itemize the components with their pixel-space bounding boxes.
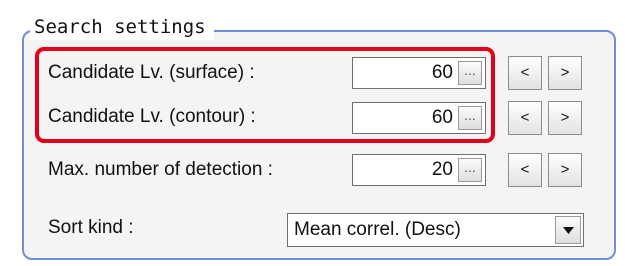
sort-kind-value: Mean correl. (Desc) <box>294 219 461 240</box>
search-settings-title: Search settings <box>30 14 214 40</box>
candidate-lv-surface-decrease-button[interactable]: < <box>508 56 542 90</box>
sort-kind-select[interactable]: Mean correl. (Desc) <box>287 213 584 247</box>
candidate-lv-contour-decrease-button[interactable]: < <box>508 101 542 135</box>
max-detection-label: Max. number of detection : <box>48 159 273 180</box>
max-detection-decrease-button[interactable]: < <box>508 153 542 187</box>
max-detection-more-button[interactable]: ... <box>458 158 482 182</box>
max-detection-increase-button[interactable]: > <box>548 153 582 187</box>
max-detection-value: 20 <box>431 159 453 180</box>
chevron-down-icon <box>563 227 574 234</box>
max-detection-input[interactable]: 20 ... <box>352 154 486 186</box>
sort-kind-dropdown-button[interactable] <box>555 216 581 244</box>
candidate-lv-contour-increase-button[interactable]: > <box>548 101 582 135</box>
candidate-lv-surface-increase-button[interactable]: > <box>548 56 582 90</box>
sort-kind-label: Sort kind : <box>48 217 134 238</box>
highlight-frame <box>35 47 495 143</box>
